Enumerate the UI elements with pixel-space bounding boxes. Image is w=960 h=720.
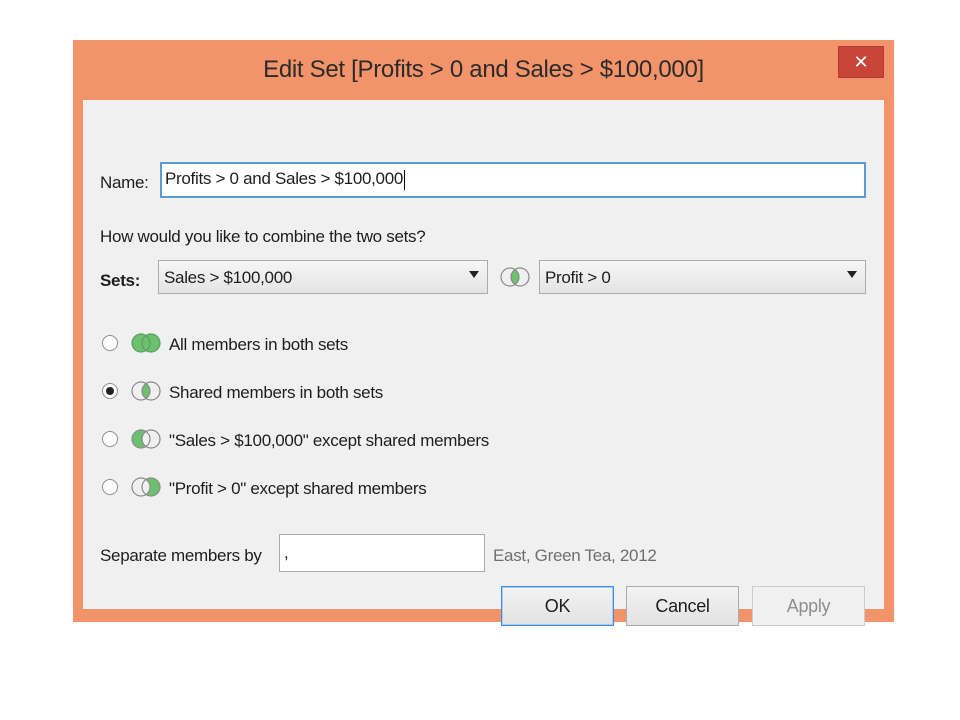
separator-example: East, Green Tea, 2012 <box>493 546 657 565</box>
radio-all-members[interactable] <box>102 335 118 351</box>
ok-button[interactable]: OK <box>501 586 614 626</box>
right-set-value: Profit > 0 <box>545 268 611 287</box>
venn-union-icon <box>131 333 161 353</box>
venn-left-only-icon <box>131 429 161 449</box>
name-input-value: Profits > 0 and Sales > $100,000 <box>165 169 404 188</box>
close-icon: ✕ <box>853 52 869 72</box>
option-right-except-label[interactable]: "Profit > 0" except shared members <box>169 479 427 499</box>
separator-input-value: , <box>284 543 289 562</box>
radio-right-except-shared[interactable] <box>102 479 118 495</box>
chevron-down-icon <box>469 271 479 278</box>
title-bar[interactable]: Edit Set [Profits > 0 and Sales > $100,0… <box>73 40 894 100</box>
edit-set-dialog: Edit Set [Profits > 0 and Sales > $100,0… <box>73 40 894 626</box>
cancel-button[interactable]: Cancel <box>626 586 739 626</box>
name-input[interactable]: Profits > 0 and Sales > $100,000 <box>160 162 866 198</box>
close-button[interactable]: ✕ <box>838 46 884 78</box>
separator-input[interactable]: , <box>279 534 485 572</box>
separator-label: Separate members by <box>100 546 262 565</box>
text-caret <box>404 169 406 190</box>
venn-intersection-icon <box>500 267 530 287</box>
dialog-body: Name: Profits > 0 and Sales > $100,000 H… <box>83 100 884 626</box>
apply-button[interactable]: Apply <box>752 586 865 626</box>
venn-intersection-icon <box>131 381 161 401</box>
name-label: Name: <box>100 173 149 192</box>
left-set-value: Sales > $100,000 <box>164 268 293 287</box>
chevron-down-icon <box>847 271 857 278</box>
left-set-dropdown[interactable]: Sales > $100,000 <box>158 260 488 294</box>
sets-label: Sets: <box>100 271 141 290</box>
right-set-dropdown[interactable]: Profit > 0 <box>539 260 866 294</box>
venn-right-only-icon <box>131 477 161 497</box>
combine-question: How would you like to combine the two se… <box>100 227 426 246</box>
radio-left-except-shared[interactable] <box>102 431 118 447</box>
option-shared-members-label[interactable]: Shared members in both sets <box>169 383 383 403</box>
option-left-except-label[interactable]: "Sales > $100,000" except shared members <box>169 431 489 451</box>
radio-shared-members[interactable] <box>102 383 118 399</box>
dialog-title: Edit Set [Profits > 0 and Sales > $100,0… <box>263 56 704 83</box>
option-all-members-label[interactable]: All members in both sets <box>169 335 348 355</box>
